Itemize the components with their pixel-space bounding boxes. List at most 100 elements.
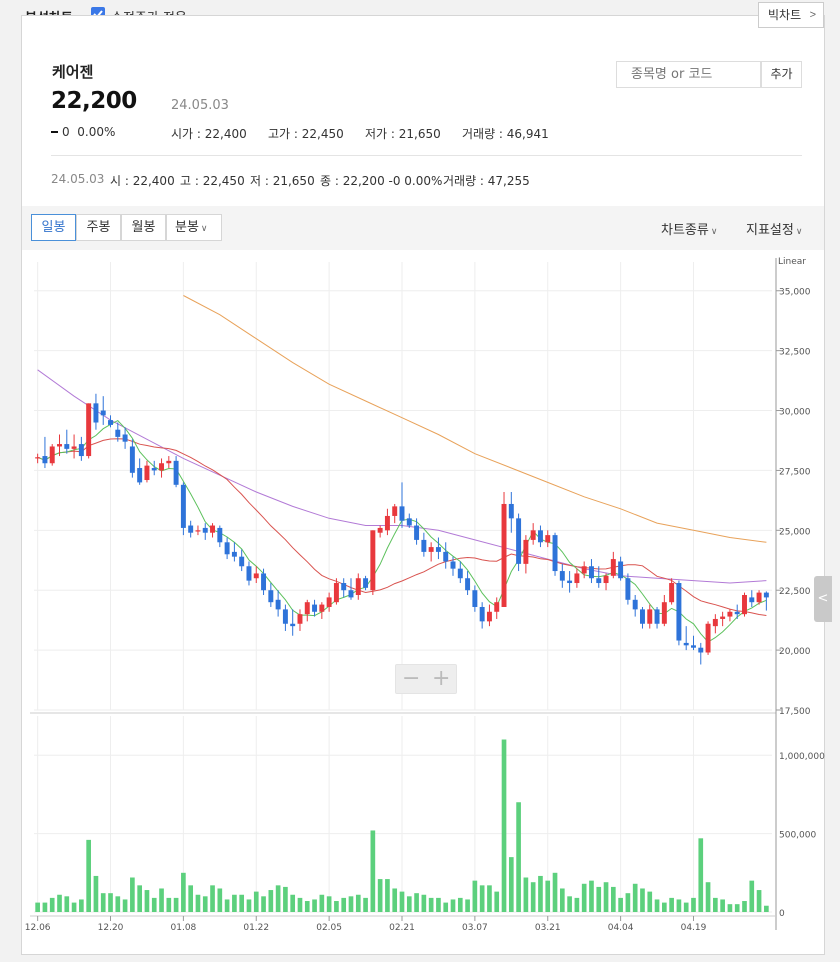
candle-body <box>508 503 514 519</box>
volume-bar <box>275 885 281 912</box>
volume-bar <box>108 893 113 912</box>
candle-body <box>734 611 740 615</box>
candle-body <box>465 578 471 591</box>
candle-body <box>632 599 638 610</box>
volume-bar <box>217 888 223 912</box>
chevron-left-icon: < <box>817 591 829 606</box>
volume-bar <box>501 739 507 912</box>
time-tick-label: 04.04 <box>608 923 634 933</box>
candle-body <box>268 590 274 603</box>
volume-bar <box>545 880 551 912</box>
volume-bar <box>232 894 237 912</box>
price-plot-area <box>34 262 772 710</box>
volume-bar <box>581 883 587 912</box>
candle-body <box>596 578 602 584</box>
zoom-control: − + <box>395 664 457 694</box>
stock-chart[interactable]: Linear 35,000 32,500 30,000 27,500 25,000 22,5… <box>0 0 840 962</box>
zoom-in-button[interactable]: + <box>432 667 450 691</box>
candle-body <box>275 599 281 610</box>
volume-bar <box>610 886 616 912</box>
candle-body <box>625 578 631 600</box>
volume-bar <box>64 896 70 912</box>
volume-bar <box>312 899 317 912</box>
candle-body <box>348 590 354 598</box>
volume-bar <box>683 902 689 912</box>
price-tick-label: 22,500 <box>779 587 811 597</box>
candle-body <box>399 506 405 521</box>
volume-bar <box>159 888 164 912</box>
volume-bar <box>130 877 135 912</box>
candle-body <box>188 525 194 533</box>
volume-bar <box>57 894 62 912</box>
volume-bar <box>705 882 711 912</box>
volume-bar <box>734 904 740 912</box>
volume-bar <box>115 896 121 912</box>
candle-body <box>574 573 580 584</box>
volume-bar <box>261 896 266 912</box>
volume-bar <box>144 890 150 912</box>
candle-body <box>567 580 573 584</box>
time-tick-label: 04.19 <box>681 923 707 933</box>
candle-body <box>129 446 135 473</box>
volume-bar <box>764 905 769 912</box>
volume-bar <box>574 897 580 912</box>
time-tick-label: 02.05 <box>316 923 342 933</box>
volume-bar <box>618 897 623 912</box>
candle-body <box>78 444 84 457</box>
volume-bar <box>49 897 55 912</box>
volume-bar <box>589 880 594 912</box>
volume-bar <box>647 891 653 912</box>
volume-bar <box>181 872 186 912</box>
candle-body <box>246 566 252 581</box>
volume-tick-label: 500,000 <box>779 831 816 841</box>
volume-bar <box>202 896 208 912</box>
candle-body <box>137 468 143 483</box>
volume-bar <box>457 897 463 912</box>
candle-body <box>406 518 412 526</box>
candle-body <box>523 539 529 564</box>
time-tick-label: 03.07 <box>462 923 488 933</box>
volume-bar <box>392 888 398 912</box>
candle-body <box>297 614 303 624</box>
price-tick-label: 32,500 <box>779 348 811 358</box>
time-tick-label: 02.21 <box>389 923 415 933</box>
candle-body <box>414 525 420 540</box>
volume-bar <box>538 875 543 912</box>
candle-body <box>217 527 223 543</box>
volume-bar <box>268 890 274 912</box>
volume-bar <box>414 893 419 912</box>
candle-body <box>742 595 747 615</box>
volume-bar <box>246 899 252 912</box>
candle-body <box>173 460 179 485</box>
volume-bar <box>530 882 536 912</box>
candle-body <box>384 515 390 531</box>
candle-body <box>363 578 369 588</box>
volume-bar <box>698 838 704 912</box>
volume-bar <box>210 885 215 912</box>
volume-bar <box>224 899 230 912</box>
zoom-out-button[interactable]: − <box>402 667 420 691</box>
price-tick-label: 30,000 <box>779 408 811 418</box>
candle-body <box>443 551 449 562</box>
candle-body <box>691 645 696 648</box>
volume-bar <box>516 802 521 912</box>
candle-body <box>661 602 667 624</box>
time-tick-label: 12.20 <box>98 923 124 933</box>
candle-body <box>763 592 769 598</box>
candle-body <box>159 463 165 471</box>
candle-body <box>100 410 106 416</box>
candle-body <box>559 571 565 581</box>
volume-bar <box>421 894 427 912</box>
candle-body <box>312 604 318 612</box>
volume-bar <box>151 897 157 912</box>
volume-bar <box>465 899 470 912</box>
volume-bar <box>363 897 368 912</box>
volume-bar <box>35 902 40 912</box>
volume-bar <box>195 894 201 912</box>
candle-body <box>669 583 675 603</box>
candle-body <box>108 420 113 425</box>
price-tick-label: 27,500 <box>779 467 811 477</box>
candle-body <box>355 578 361 596</box>
candle-body <box>35 457 41 459</box>
collapse-panel-button[interactable]: < <box>814 576 832 622</box>
